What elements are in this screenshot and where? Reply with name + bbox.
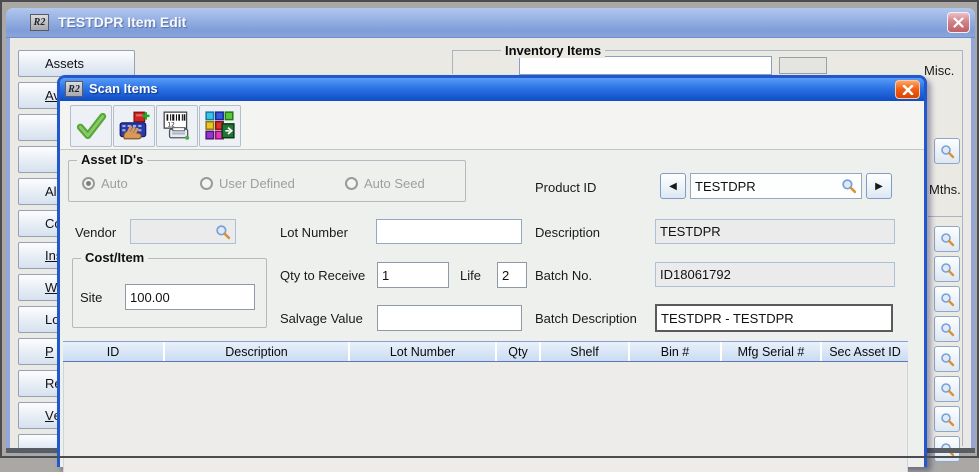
product-id-label: Product ID	[535, 180, 596, 195]
search-icon	[940, 262, 955, 277]
column-header-lot-number[interactable]: Lot Number	[350, 342, 495, 361]
batch-no-field	[655, 262, 895, 287]
next-product-button[interactable]: ▶	[866, 173, 892, 199]
dialog-r2-icon: R2	[65, 81, 83, 97]
mths-label: Mths.	[929, 182, 961, 197]
previous-product-button[interactable]: ◀	[660, 173, 686, 199]
search-icon	[940, 144, 955, 159]
search-button[interactable]	[934, 138, 960, 164]
search-button[interactable]	[934, 256, 960, 282]
column-header-id[interactable]: ID	[63, 342, 163, 361]
column-header-bin[interactable]: Bin #	[630, 342, 720, 361]
background-field-partial	[519, 56, 772, 75]
background-box-partial	[779, 57, 827, 74]
lot-number-input[interactable]	[376, 219, 522, 244]
search-button[interactable]	[934, 406, 960, 432]
sidebar-button-assets[interactable]: Assets	[18, 50, 135, 77]
chevron-left-icon: ◀	[669, 181, 677, 192]
batch-description-input[interactable]	[655, 304, 893, 332]
vendor-field[interactable]	[130, 219, 236, 244]
parent-window-border	[6, 38, 10, 453]
column-header-qty[interactable]: Qty	[497, 342, 539, 361]
items-table-body	[63, 362, 908, 472]
scan-items-grid-button[interactable]	[199, 105, 241, 147]
salvage-value-input[interactable]	[377, 305, 522, 331]
close-icon	[902, 85, 914, 95]
items-table-header: ID Description Lot Number Qty Shelf Bin …	[63, 341, 908, 363]
description-label: Description	[535, 225, 600, 240]
misc-label: Misc.	[924, 63, 954, 78]
radio-selected-icon	[82, 177, 95, 190]
search-icon	[940, 232, 955, 247]
parent-window-title: TESTDPR Item Edit	[58, 14, 186, 30]
life-input[interactable]	[497, 262, 527, 288]
column-header-shelf[interactable]: Shelf	[541, 342, 628, 361]
inventory-groupbox-border-left	[452, 50, 453, 74]
parent-close-button[interactable]	[947, 12, 970, 33]
close-icon	[952, 17, 965, 28]
column-header-mfg-serial[interactable]: Mfg Serial #	[722, 342, 820, 361]
search-button[interactable]	[934, 286, 960, 312]
dialog-titlebar[interactable]: R2 Scan Items	[60, 78, 924, 101]
qty-to-receive-input[interactable]	[377, 262, 449, 288]
search-button[interactable]	[934, 316, 960, 342]
radio-icon	[200, 177, 213, 190]
asset-ids-legend: Asset ID's	[77, 152, 147, 167]
batch-description-label: Batch Description	[535, 311, 637, 326]
radio-auto[interactable]: Auto	[82, 176, 128, 191]
search-icon[interactable]	[215, 224, 231, 240]
scan-items-dialog: R2 Scan Items 12	[57, 75, 927, 467]
confirm-button[interactable]	[70, 105, 112, 147]
description-field	[655, 219, 895, 244]
life-label: Life	[460, 268, 481, 283]
site-cost-input[interactable]	[125, 284, 255, 310]
inventory-items-heading: Inventory Items	[501, 43, 605, 58]
cost-item-legend: Cost/Item	[81, 250, 148, 265]
scan-color-grid-icon	[204, 110, 236, 142]
search-button[interactable]	[934, 376, 960, 402]
search-icon	[940, 292, 955, 307]
print-barcode-icon: 12	[161, 110, 193, 142]
search-icon[interactable]	[841, 178, 857, 194]
qty-to-receive-label: Qty to Receive	[280, 268, 365, 283]
batch-no-label: Batch No.	[535, 268, 592, 283]
search-icon	[940, 382, 955, 397]
confirm-check-icon	[75, 110, 107, 142]
search-icon	[940, 352, 955, 367]
lot-number-label: Lot Number	[280, 225, 348, 240]
dialog-title: Scan Items	[89, 81, 158, 96]
add-item-manually-button[interactable]	[113, 105, 155, 147]
print-barcode-button[interactable]: 12	[156, 105, 198, 147]
radio-user-defined[interactable]: User Defined	[200, 176, 295, 191]
vendor-label: Vendor	[75, 225, 116, 240]
column-header-description[interactable]: Description	[165, 342, 348, 361]
dialog-close-button[interactable]	[895, 80, 920, 99]
search-icon	[940, 322, 955, 337]
radio-auto-seed[interactable]: Auto Seed	[345, 176, 425, 191]
search-button[interactable]	[934, 346, 960, 372]
chevron-right-icon: ▶	[875, 181, 883, 192]
search-button[interactable]	[934, 226, 960, 252]
salvage-value-label: Salvage Value	[280, 311, 363, 326]
radio-icon	[345, 177, 358, 190]
parent-window-border	[971, 38, 975, 453]
site-label: Site	[80, 290, 102, 305]
right-groupbox-border	[928, 216, 962, 217]
inventory-groupbox-border-right	[962, 50, 963, 446]
add-item-keyboard-icon	[118, 110, 150, 142]
column-header-sec-asset-id[interactable]: Sec Asset ID	[822, 342, 908, 361]
parent-titlebar[interactable]: R2 TESTDPR Item Edit	[6, 8, 975, 38]
search-icon	[940, 412, 955, 427]
product-id-field[interactable]: TESTDPR	[690, 173, 862, 199]
app-r2-icon: R2	[30, 14, 49, 31]
